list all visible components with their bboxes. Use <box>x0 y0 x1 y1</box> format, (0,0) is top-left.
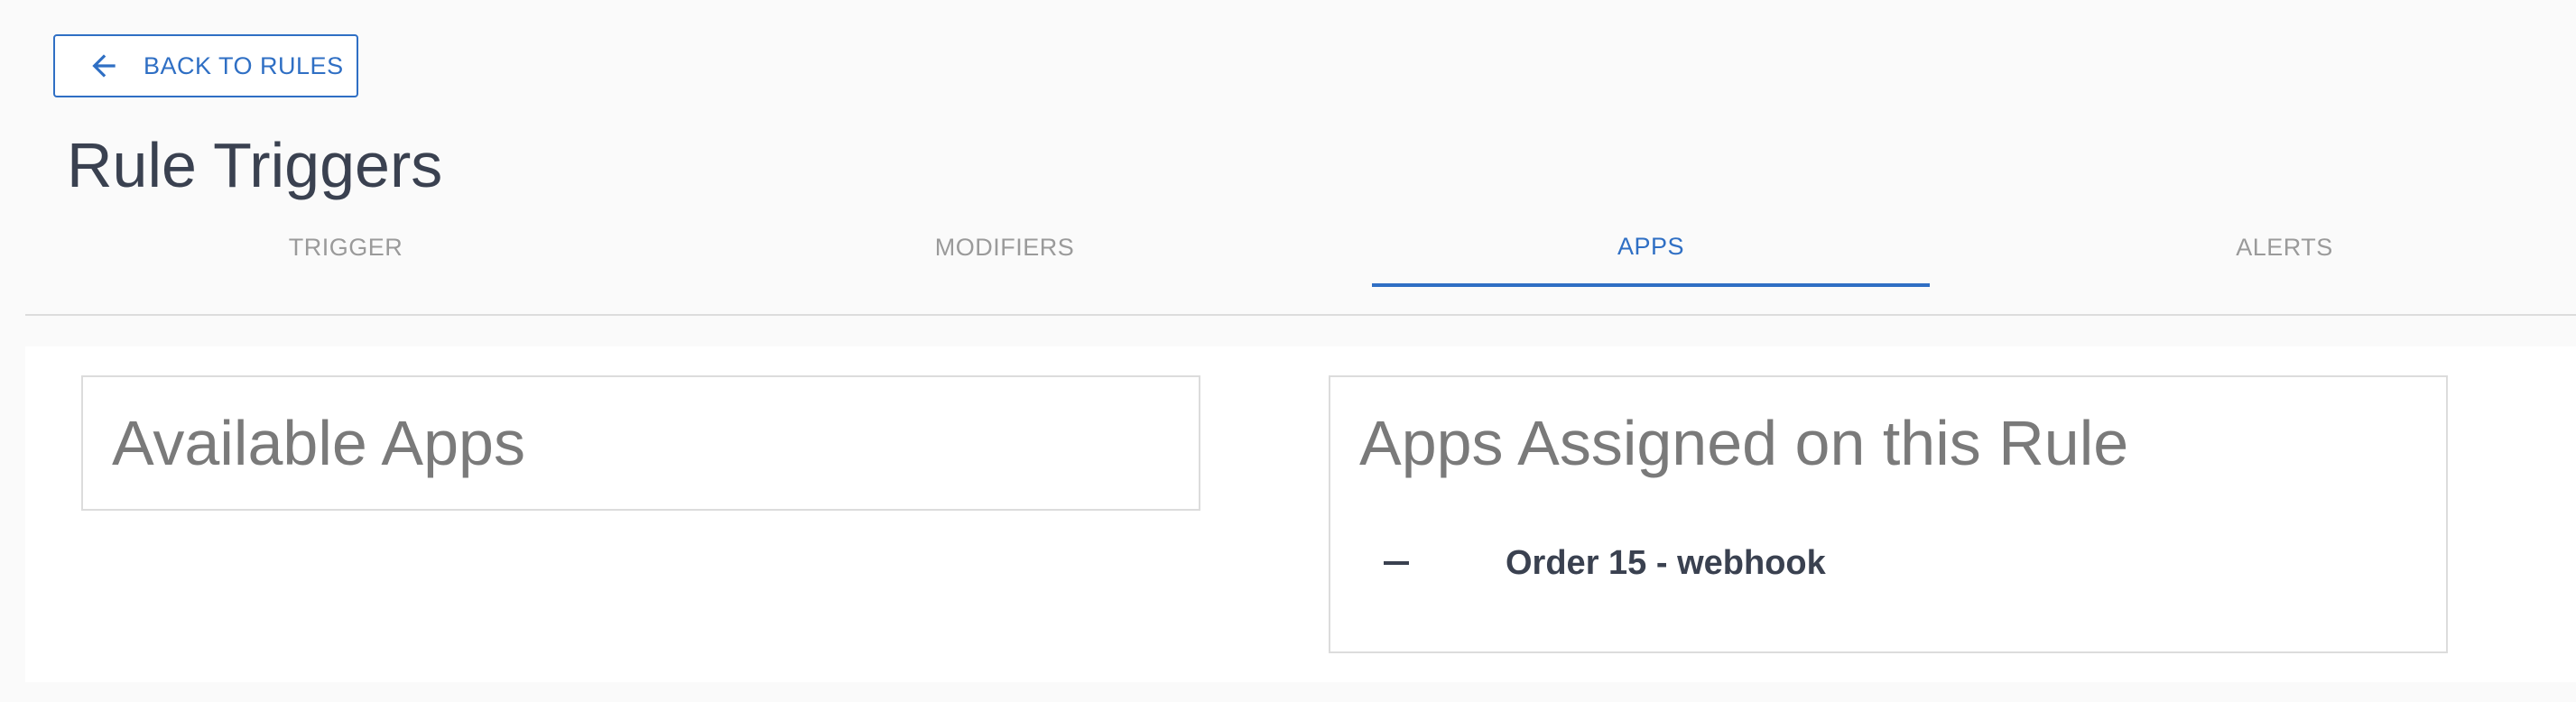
back-to-rules-label: BACK TO RULES <box>144 51 344 79</box>
available-apps-title: Available Apps <box>112 408 525 478</box>
arrow-left-icon <box>86 48 122 84</box>
tab-modifiers[interactable]: MODIFIERS <box>684 209 1325 285</box>
available-apps-panel: Available Apps <box>81 375 1200 511</box>
tab-apps[interactable]: APPS <box>1372 209 1930 287</box>
app-name: Order 15 - webhook <box>1506 543 1826 582</box>
page: BACK TO RULES Rule Triggers TRIGGER MODI… <box>0 0 2576 702</box>
assigned-apps-title: Apps Assigned on this Rule <box>1359 408 2129 478</box>
back-to-rules-button[interactable]: BACK TO RULES <box>53 34 358 97</box>
tab-trigger[interactable]: TRIGGER <box>25 209 666 285</box>
tab-content: Available Apps Apps Assigned on this Rul… <box>25 346 2576 682</box>
tab-alerts[interactable]: ALERTS <box>1993 209 2576 285</box>
tab-bar: TRIGGER MODIFIERS APPS ALERTS <box>25 209 2576 316</box>
list-item[interactable]: Order 15 - webhook <box>1383 536 1826 590</box>
page-title: Rule Triggers <box>67 130 443 200</box>
assigned-apps-panel: Apps Assigned on this Rule Order 15 - we… <box>1329 375 2448 653</box>
minus-icon[interactable] <box>1383 550 1410 577</box>
